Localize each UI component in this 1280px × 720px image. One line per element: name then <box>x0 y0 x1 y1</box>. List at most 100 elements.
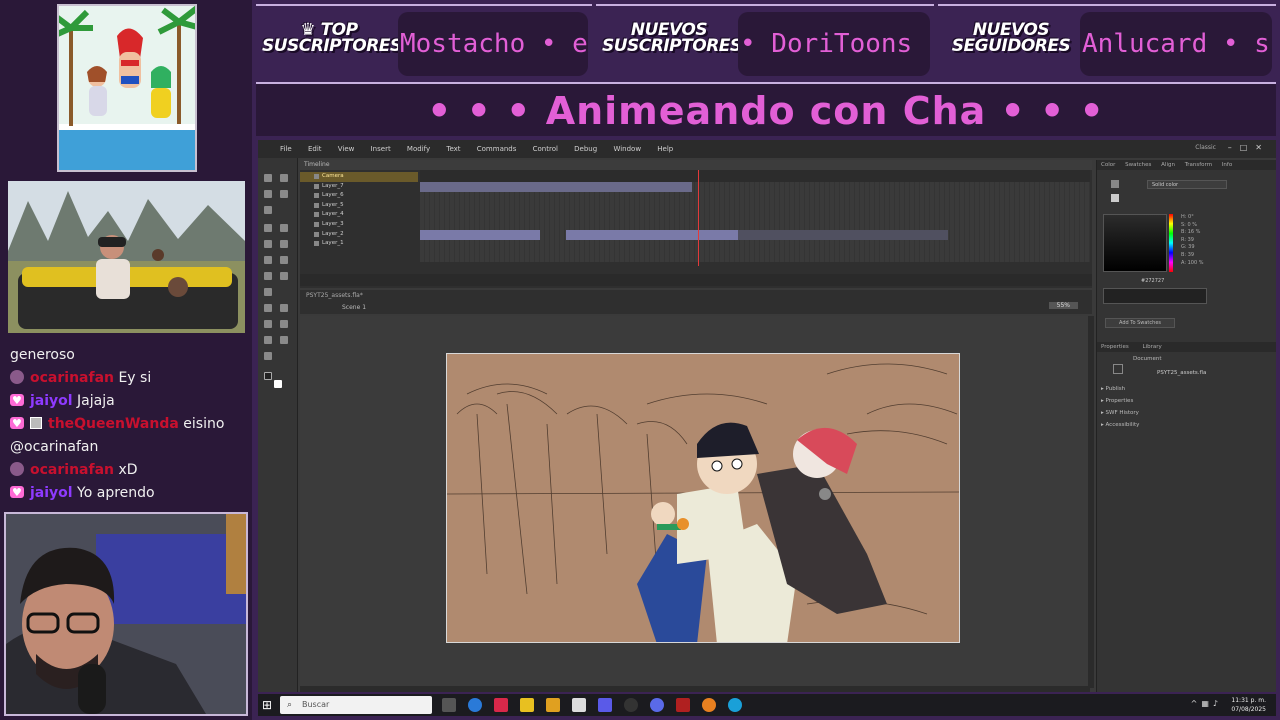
chat-username[interactable]: jaiyol <box>30 393 73 409</box>
section-swf-history[interactable]: ▸ SWF History <box>1101 410 1139 416</box>
chat-username[interactable]: jaiyol <box>30 485 73 501</box>
vertical-scrollbar[interactable] <box>1088 316 1094 688</box>
workspace-switcher[interactable]: Classic <box>1195 144 1216 151</box>
chat-username[interactable]: ocarinafan <box>30 370 114 386</box>
menu-insert[interactable]: Insert <box>371 145 391 153</box>
section-accessibility[interactable]: ▸ Accessibility <box>1101 422 1139 428</box>
add-to-swatches-button[interactable]: Add To Swatches <box>1105 318 1175 328</box>
menu-window[interactable]: Window <box>613 145 641 153</box>
camera-tool-icon[interactable] <box>264 336 272 344</box>
menu-debug[interactable]: Debug <box>574 145 597 153</box>
selection-tool-icon[interactable] <box>264 174 272 182</box>
firefox-icon[interactable] <box>702 698 716 712</box>
minimize-icon[interactable]: – <box>1228 143 1240 152</box>
rectangle-tool-icon[interactable] <box>280 240 288 248</box>
fill-color-swatch[interactable] <box>274 380 282 388</box>
tab-align[interactable]: Align <box>1161 162 1175 168</box>
free-transform-icon[interactable] <box>264 190 272 198</box>
tiktok-icon[interactable] <box>494 698 508 712</box>
file-tab[interactable]: PSYT25_assets.fla* <box>306 292 363 299</box>
chrome-icon[interactable] <box>468 698 482 712</box>
close-icon[interactable]: ✕ <box>1255 143 1270 152</box>
subselection-tool-icon[interactable] <box>280 174 288 182</box>
hand-tool-icon[interactable] <box>280 336 288 344</box>
menu-edit[interactable]: Edit <box>308 145 322 153</box>
menu-control[interactable]: Control <box>533 145 558 153</box>
line-tool-icon[interactable] <box>264 240 272 248</box>
eyedropper-icon[interactable] <box>264 320 272 328</box>
taskbar-search[interactable]: ⌕ Buscar <box>280 696 432 714</box>
tab-color[interactable]: Color <box>1101 162 1115 168</box>
stroke-color-swatch[interactable] <box>264 372 272 380</box>
window-controls[interactable]: –□✕ <box>1228 143 1270 152</box>
layer-row[interactable]: Layer_6 <box>300 191 418 201</box>
brush-tool-icon[interactable] <box>280 256 288 264</box>
timeline-controls[interactable] <box>300 274 1092 286</box>
color-type-select[interactable]: Solid color <box>1147 180 1227 189</box>
menu-commands[interactable]: Commands <box>477 145 517 153</box>
3d-rotation-icon[interactable] <box>280 190 288 198</box>
pen-tool-icon[interactable] <box>264 224 272 232</box>
animate-icon[interactable] <box>676 698 690 712</box>
tab-library[interactable]: Library <box>1143 344 1162 350</box>
stroke-icon[interactable] <box>1111 180 1119 188</box>
layer-row[interactable]: Layer_2 <box>300 230 418 240</box>
layer-row[interactable]: Camera <box>300 172 418 182</box>
windows-start-icon[interactable]: ⊞ <box>262 698 276 712</box>
hue-slider[interactable] <box>1169 214 1173 272</box>
system-tray[interactable]: ^▦♪ <box>1191 699 1222 708</box>
layer3-frames-a[interactable] <box>420 230 540 240</box>
bone-tool-icon[interactable] <box>264 288 272 296</box>
eraser-icon[interactable] <box>280 320 288 328</box>
camera-frames[interactable] <box>420 182 692 192</box>
ink-bottle-icon[interactable] <box>280 304 288 312</box>
pencil-tool-icon[interactable] <box>264 272 272 280</box>
paint-brush-icon[interactable] <box>280 272 288 280</box>
hex-field[interactable]: #272727 <box>1141 278 1164 284</box>
text-tool-icon[interactable] <box>280 224 288 232</box>
layer-row[interactable]: Layer_5 <box>300 201 418 211</box>
layer-row[interactable]: Layer_7 <box>300 182 418 192</box>
oval-tool-icon[interactable] <box>264 256 272 264</box>
menu-file[interactable]: File <box>280 145 292 153</box>
layer-row[interactable]: Layer_4 <box>300 210 418 220</box>
layer-row[interactable]: Layer_3 <box>300 220 418 230</box>
chat-username[interactable]: theQueenWanda <box>48 416 179 432</box>
app-icon[interactable] <box>624 698 638 712</box>
zoom-tool-icon[interactable] <box>264 352 272 360</box>
timeline-tab[interactable]: Timeline <box>300 160 1092 170</box>
tab-properties[interactable]: Properties <box>1101 344 1129 350</box>
menu-text[interactable]: Text <box>446 145 460 153</box>
layer3-frames-b[interactable] <box>566 230 738 240</box>
file-explorer-icon[interactable] <box>546 698 560 712</box>
stage-area[interactable] <box>300 316 1090 688</box>
maximize-icon[interactable]: □ <box>1240 143 1256 152</box>
notes-icon[interactable] <box>520 698 534 712</box>
obs-icon[interactable] <box>572 698 586 712</box>
section-properties[interactable]: ▸ Properties <box>1101 398 1133 404</box>
tab-info[interactable]: Info <box>1222 162 1232 168</box>
section-publish[interactable]: ▸ Publish <box>1101 386 1125 392</box>
menu-view[interactable]: View <box>338 145 355 153</box>
chat-username[interactable]: ocarinafan <box>30 462 114 478</box>
horizontal-scrollbar[interactable] <box>300 686 1090 692</box>
messenger-icon[interactable] <box>650 698 664 712</box>
taskbar-clock[interactable]: 11:31 p. m. 07/08/2025 <box>1231 696 1266 714</box>
frame-ruler[interactable] <box>420 170 1090 182</box>
paint-bucket-icon[interactable] <box>264 304 272 312</box>
scene-label[interactable]: Scene 1 <box>342 304 366 311</box>
menu-help[interactable]: Help <box>657 145 673 153</box>
layer3-frames-c[interactable] <box>738 230 948 240</box>
menu-modify[interactable]: Modify <box>407 145 430 153</box>
drawing-canvas[interactable] <box>446 353 960 643</box>
edge-icon[interactable] <box>728 698 742 712</box>
tab-transform[interactable]: Transform <box>1185 162 1212 168</box>
playhead[interactable] <box>698 170 699 266</box>
zoom-select[interactable]: 55% <box>1048 302 1078 309</box>
layer-row[interactable]: Layer_1 <box>300 239 418 249</box>
lasso-tool-icon[interactable] <box>264 206 272 214</box>
discord-icon[interactable] <box>598 698 612 712</box>
frame-grid[interactable] <box>420 170 1090 262</box>
fill-icon[interactable] <box>1111 194 1119 202</box>
task-view-icon[interactable] <box>442 698 456 712</box>
